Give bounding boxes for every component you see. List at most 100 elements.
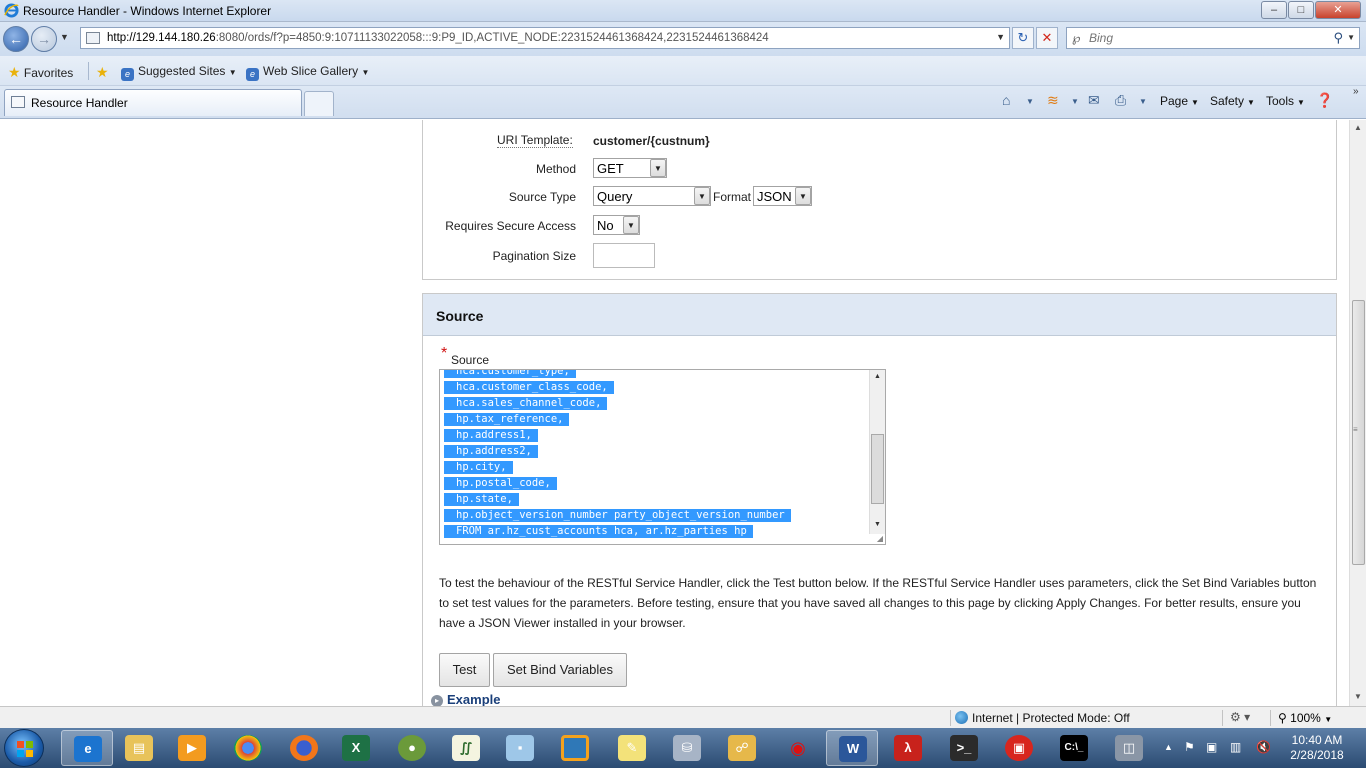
scroll-up-icon[interactable]: ▲: [874, 373, 881, 380]
scroll-up-icon[interactable]: ▲: [1354, 123, 1362, 132]
new-tab-button[interactable]: [304, 91, 334, 116]
chrome-icon: [234, 735, 262, 761]
home-icon[interactable]: ⌂: [1002, 92, 1010, 108]
volume-muted-icon[interactable]: 🔇: [1256, 740, 1271, 754]
protected-mode-icon[interactable]: ⚙ ▾: [1230, 710, 1250, 724]
format-select[interactable]: JSON ▼: [753, 186, 812, 206]
feeds-dropdown-icon[interactable]: ▼: [1071, 97, 1079, 106]
chevron-down-icon: ▼: [623, 216, 639, 234]
media-player-icon: ▶: [178, 735, 206, 761]
forward-button[interactable]: →: [31, 26, 57, 52]
source-type-select[interactable]: Query ▼: [593, 186, 711, 206]
ie-page-icon: e: [246, 68, 259, 81]
feeds-icon[interactable]: ≋: [1047, 92, 1059, 109]
tab-label: Resource Handler: [31, 96, 128, 110]
secure-access-select[interactable]: No ▼: [593, 215, 640, 235]
refresh-icon[interactable]: ↻: [1012, 27, 1034, 49]
method-select[interactable]: GET ▼: [593, 158, 667, 178]
test-button[interactable]: Test: [439, 653, 490, 687]
taskbar-acrobat[interactable]: λ: [882, 730, 934, 766]
taskbar-cherry-app[interactable]: ◉: [772, 730, 824, 766]
scroll-down-icon[interactable]: ▼: [1354, 692, 1362, 701]
code-line: hca.sales_channel_code,: [444, 397, 608, 410]
print-dropdown-icon[interactable]: ▼: [1139, 97, 1147, 106]
taskbar-firefox[interactable]: [278, 730, 330, 766]
example-toggle[interactable]: ▸ Example: [431, 692, 500, 706]
mail-icon[interactable]: ✉: [1088, 92, 1100, 109]
network-signal-icon[interactable]: ▥: [1230, 740, 1241, 754]
print-icon[interactable]: ⎙: [1115, 92, 1126, 109]
pagination-size-label: Pagination Size: [492, 249, 576, 263]
scroll-down-icon[interactable]: ▼: [874, 521, 881, 528]
format-value: JSON: [757, 189, 792, 204]
taskbar-shield-app[interactable]: ▣: [993, 730, 1045, 766]
home-dropdown-icon[interactable]: ▼: [1026, 97, 1034, 106]
zoom-control[interactable]: ⚲ 100% ▼: [1278, 711, 1332, 725]
device-icon[interactable]: ▣: [1206, 740, 1217, 754]
tab-resource-handler[interactable]: Resource Handler: [4, 89, 302, 116]
taskbar-explorer[interactable]: ▤: [113, 730, 165, 766]
taskbar-remote-app[interactable]: ◫: [1103, 730, 1155, 766]
start-button[interactable]: [4, 729, 44, 767]
resize-grip-icon[interactable]: ◢: [877, 534, 883, 543]
address-url[interactable]: http://129.144.180.26:8080/ords/f?p=4850…: [107, 32, 769, 44]
textarea-scrollbar[interactable]: ▲ ▼: [869, 370, 885, 534]
address-dropdown-icon[interactable]: ▼: [996, 32, 1005, 42]
action-center-flag-icon[interactable]: ⚑: [1184, 740, 1195, 754]
folder-notes-icon: ✎: [618, 735, 646, 761]
taskbar: e ▤ ▶ X ● ∬ ▪ ✎ ⛁ ☍ ◉ W λ >_ ▣ C:\_ ◫ ▲ …: [0, 728, 1366, 768]
minimize-button[interactable]: –: [1261, 1, 1287, 19]
back-button[interactable]: ←: [3, 26, 29, 52]
method-value: GET: [597, 161, 624, 176]
taskbar-notes-app[interactable]: ▪: [494, 730, 546, 766]
pagination-size-input[interactable]: [593, 243, 655, 268]
explorer-icon: ▤: [125, 735, 153, 761]
taskbar-terminal[interactable]: >_: [938, 730, 990, 766]
url-host: http://129.144.180.26: [107, 32, 216, 44]
taskbar-chrome[interactable]: [222, 730, 274, 766]
taskbar-cmd[interactable]: C:\_: [1048, 730, 1100, 766]
help-icon[interactable]: ❓: [1316, 92, 1333, 109]
close-button[interactable]: ✕: [1315, 1, 1361, 19]
address-row: ← → ▼ http://129.144.180.26:8080/ords/f?…: [0, 22, 1366, 56]
suggested-sites-link[interactable]: e Suggested Sites ▼: [121, 64, 237, 81]
page-menu[interactable]: Page ▼: [1160, 94, 1199, 108]
taskbar-excel[interactable]: X: [330, 730, 382, 766]
frog-app-icon: ●: [398, 735, 426, 761]
search-icon[interactable]: ⚲: [1333, 30, 1343, 46]
maximize-button[interactable]: □: [1288, 1, 1314, 19]
search-dropdown-icon[interactable]: ▼: [1347, 33, 1355, 42]
ie-icon: e: [74, 736, 102, 762]
source-textarea[interactable]: hca.customer_type, hca.customer_class_co…: [439, 369, 886, 545]
taskbar-frog-app[interactable]: ●: [386, 730, 438, 766]
web-slice-gallery-link[interactable]: e Web Slice Gallery ▼: [246, 64, 369, 81]
taskbar-ie[interactable]: e: [61, 730, 113, 766]
set-bind-variables-button[interactable]: Set Bind Variables: [493, 653, 627, 687]
globe-icon: [955, 711, 968, 724]
search-input[interactable]: [1089, 31, 1319, 45]
taskbar-vmware[interactable]: [549, 730, 601, 766]
taskbar-word[interactable]: W: [826, 730, 878, 766]
notes-app-icon: ▪: [506, 735, 534, 761]
terminal-icon: >_: [950, 735, 978, 761]
taskbar-clock[interactable]: 10:40 AM 2/28/2018: [1282, 733, 1352, 763]
taskbar-chart-app[interactable]: ∬: [440, 730, 492, 766]
tools-menu[interactable]: Tools ▼: [1266, 94, 1305, 108]
favorites-button[interactable]: ★ Favorites: [8, 64, 73, 81]
textarea-scroll-thumb[interactable]: [871, 434, 884, 504]
chevron-icon[interactable]: »: [1353, 86, 1359, 97]
history-dropdown-icon[interactable]: ▼: [60, 32, 69, 42]
safety-menu[interactable]: Safety ▼: [1210, 94, 1255, 108]
show-hidden-icons-icon[interactable]: ▲: [1164, 742, 1173, 752]
stop-icon[interactable]: ✕: [1036, 27, 1058, 49]
page-scrollbar[interactable]: ▲ ≡ ▼: [1349, 120, 1366, 706]
taskbar-media[interactable]: ▶: [166, 730, 218, 766]
taskbar-folder-notes[interactable]: ✎: [606, 730, 658, 766]
code-line: hp.state,: [444, 493, 519, 506]
add-favorite-icon[interactable]: ★: [96, 64, 109, 81]
address-bar[interactable]: http://129.144.180.26:8080/ords/f?p=4850…: [80, 27, 1010, 49]
taskbar-database[interactable]: ⛁: [661, 730, 713, 766]
taskbar-network[interactable]: ☍: [716, 730, 768, 766]
search-box[interactable]: ℘ ⚲ ▼: [1066, 27, 1360, 49]
security-zone[interactable]: Internet | Protected Mode: Off: [955, 711, 1130, 725]
